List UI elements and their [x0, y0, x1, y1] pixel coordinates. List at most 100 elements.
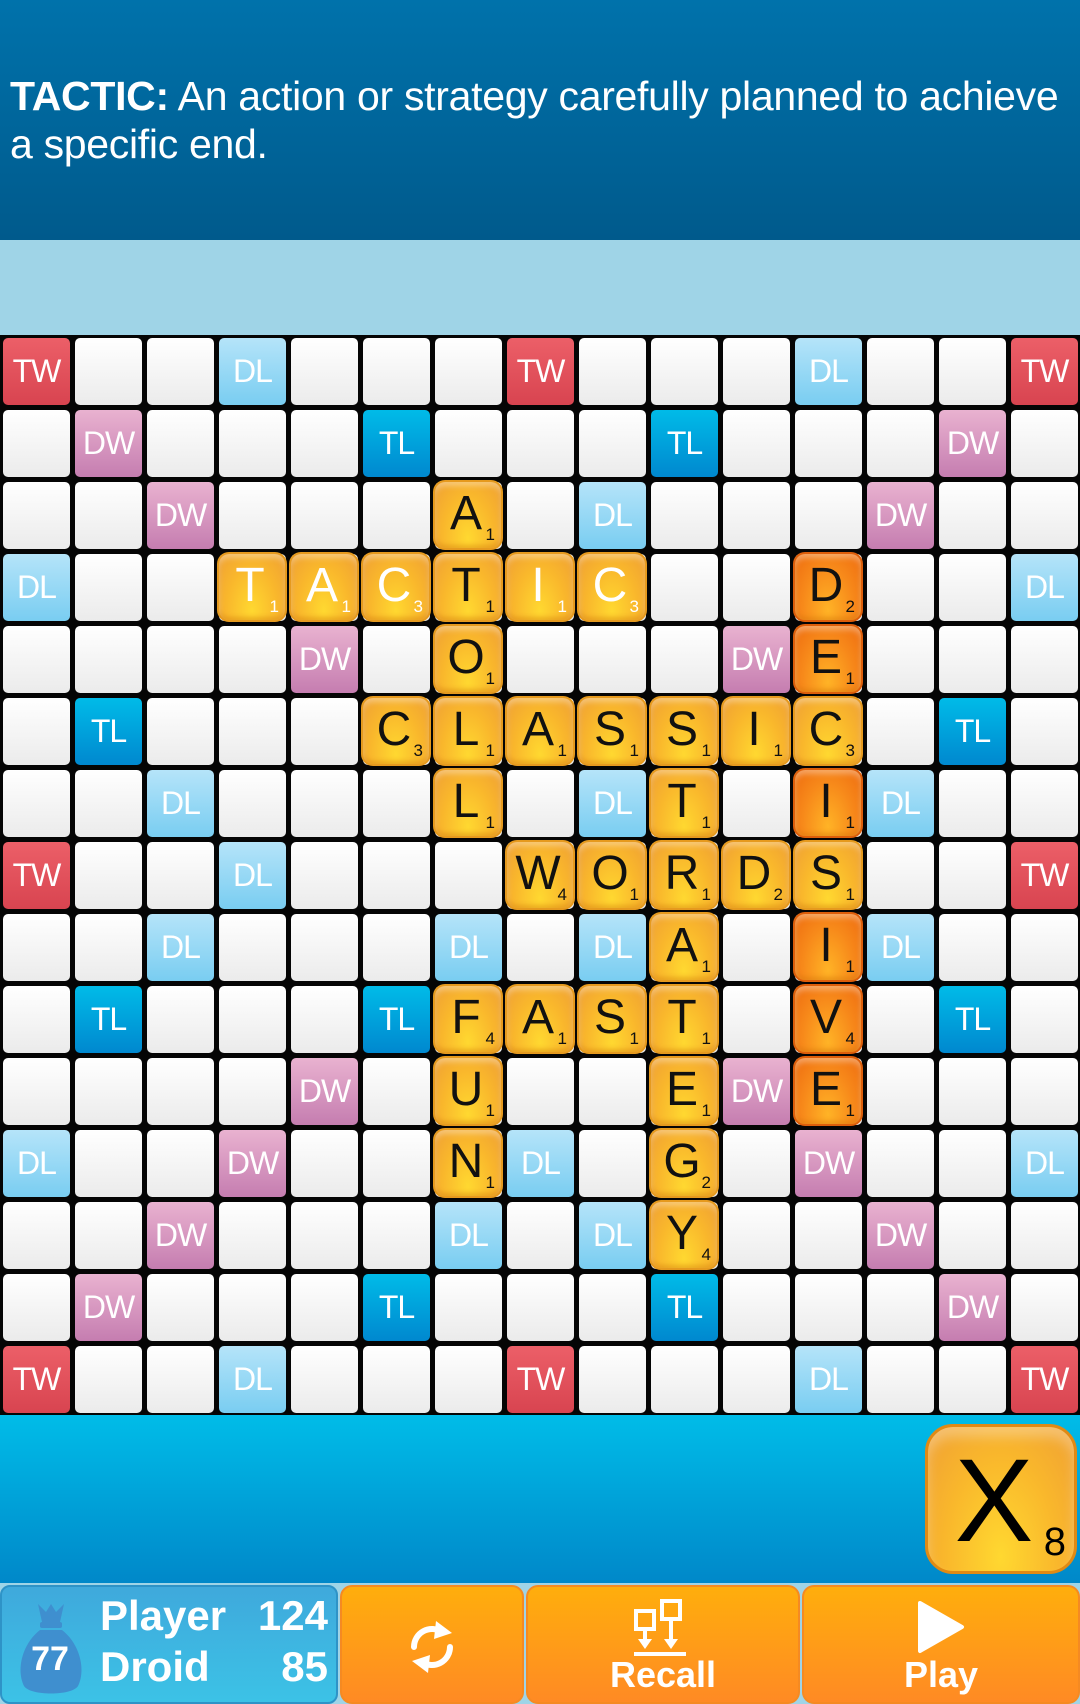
board-square[interactable]: [723, 554, 790, 621]
board-square[interactable]: [291, 986, 358, 1053]
board-tile[interactable]: C3: [577, 552, 647, 622]
board-square-dw[interactable]: DW: [291, 1058, 358, 1125]
board-square[interactable]: [507, 1202, 574, 1269]
board-square-tw[interactable]: TW: [1011, 338, 1078, 405]
board-square[interactable]: [363, 914, 430, 981]
board-square[interactable]: [147, 1274, 214, 1341]
board-square[interactable]: [1011, 626, 1078, 693]
board-tile[interactable]: I1: [505, 552, 575, 622]
board-square-tl[interactable]: TL: [651, 1274, 718, 1341]
board-square[interactable]: [723, 1274, 790, 1341]
board-square-dl[interactable]: DL: [579, 482, 646, 549]
board-square-tw[interactable]: TW: [1011, 1346, 1078, 1413]
board-square-dl[interactable]: DL: [579, 914, 646, 981]
board-square-dw[interactable]: DW: [939, 1274, 1006, 1341]
board-square-tl[interactable]: TL: [651, 410, 718, 477]
board-square[interactable]: [219, 1202, 286, 1269]
board-square[interactable]: [723, 770, 790, 837]
board-tile[interactable]: N1: [433, 1128, 503, 1198]
board-square-tl[interactable]: TL: [75, 986, 142, 1053]
board-square[interactable]: [219, 986, 286, 1053]
board-square[interactable]: [867, 410, 934, 477]
board-square-dl[interactable]: DL: [3, 1130, 70, 1197]
board-square-tw[interactable]: TW: [3, 1346, 70, 1413]
board-square-dl[interactable]: DL: [579, 1202, 646, 1269]
board-square[interactable]: [795, 410, 862, 477]
board-tile[interactable]: E1: [793, 1056, 863, 1126]
board-square[interactable]: [363, 482, 430, 549]
board-square[interactable]: [3, 482, 70, 549]
board-square[interactable]: [1011, 1274, 1078, 1341]
rack-tile[interactable]: X 8: [925, 1424, 1077, 1574]
board-square[interactable]: [939, 770, 1006, 837]
board-square[interactable]: [795, 482, 862, 549]
board-tile[interactable]: C3: [361, 696, 431, 766]
board-square[interactable]: [3, 698, 70, 765]
board-square[interactable]: [651, 554, 718, 621]
board-square[interactable]: [363, 1202, 430, 1269]
board-square[interactable]: [147, 1346, 214, 1413]
board-square-dw[interactable]: DW: [147, 482, 214, 549]
board-square[interactable]: [867, 1058, 934, 1125]
board-square-dw[interactable]: DW: [723, 626, 790, 693]
board-square[interactable]: [723, 986, 790, 1053]
board-square[interactable]: [939, 842, 1006, 909]
board-square[interactable]: [435, 338, 502, 405]
board-tile[interactable]: E1: [793, 624, 863, 694]
board-square-dl[interactable]: DL: [867, 914, 934, 981]
board-square-dl[interactable]: DL: [435, 1202, 502, 1269]
board-square[interactable]: [939, 554, 1006, 621]
board-square-tl[interactable]: TL: [363, 410, 430, 477]
board-tile[interactable]: U1: [433, 1056, 503, 1126]
board-tile[interactable]: O1: [577, 840, 647, 910]
board-square[interactable]: [147, 698, 214, 765]
board-tile[interactable]: Y4: [649, 1200, 719, 1270]
board-square-dw[interactable]: DW: [795, 1130, 862, 1197]
board-square[interactable]: [723, 1346, 790, 1413]
board-square[interactable]: [147, 1130, 214, 1197]
board-square[interactable]: [75, 1058, 142, 1125]
board-square-dl[interactable]: DL: [1011, 554, 1078, 621]
board-tile[interactable]: A1: [505, 696, 575, 766]
board-square[interactable]: [1011, 698, 1078, 765]
board-square[interactable]: [291, 698, 358, 765]
board-square[interactable]: [3, 1058, 70, 1125]
board-square[interactable]: [939, 1058, 1006, 1125]
board-square[interactable]: [3, 626, 70, 693]
board-square-dl[interactable]: DL: [795, 1346, 862, 1413]
board-tile[interactable]: L1: [433, 696, 503, 766]
board-square[interactable]: [507, 1058, 574, 1125]
board-square[interactable]: [651, 626, 718, 693]
board-tile[interactable]: C3: [793, 696, 863, 766]
board-tile[interactable]: O1: [433, 624, 503, 694]
board-square[interactable]: [867, 626, 934, 693]
recall-button[interactable]: Recall: [526, 1585, 800, 1704]
play-button[interactable]: Play: [802, 1585, 1080, 1704]
board-square[interactable]: [507, 770, 574, 837]
board-square[interactable]: [435, 842, 502, 909]
board-square[interactable]: [579, 338, 646, 405]
board-square[interactable]: [75, 770, 142, 837]
board-square[interactable]: [363, 338, 430, 405]
board-square[interactable]: [795, 1202, 862, 1269]
board-square-tl[interactable]: TL: [363, 1274, 430, 1341]
board-square[interactable]: [867, 698, 934, 765]
board-square-tl[interactable]: TL: [939, 986, 1006, 1053]
board-square[interactable]: [75, 914, 142, 981]
board-square[interactable]: [75, 554, 142, 621]
board-square[interactable]: [507, 482, 574, 549]
board-square[interactable]: [507, 1274, 574, 1341]
board-square[interactable]: [75, 1202, 142, 1269]
board-square[interactable]: [219, 698, 286, 765]
board-square[interactable]: [219, 482, 286, 549]
board-square[interactable]: [1011, 410, 1078, 477]
board-square-dl[interactable]: DL: [3, 554, 70, 621]
board-square[interactable]: [75, 626, 142, 693]
board-square-dw[interactable]: DW: [147, 1202, 214, 1269]
board-square[interactable]: [219, 914, 286, 981]
board-square[interactable]: [867, 1274, 934, 1341]
board-square[interactable]: [507, 410, 574, 477]
board-tile[interactable]: A1: [505, 984, 575, 1054]
board-tile[interactable]: V4: [793, 984, 863, 1054]
board-square[interactable]: [867, 1130, 934, 1197]
